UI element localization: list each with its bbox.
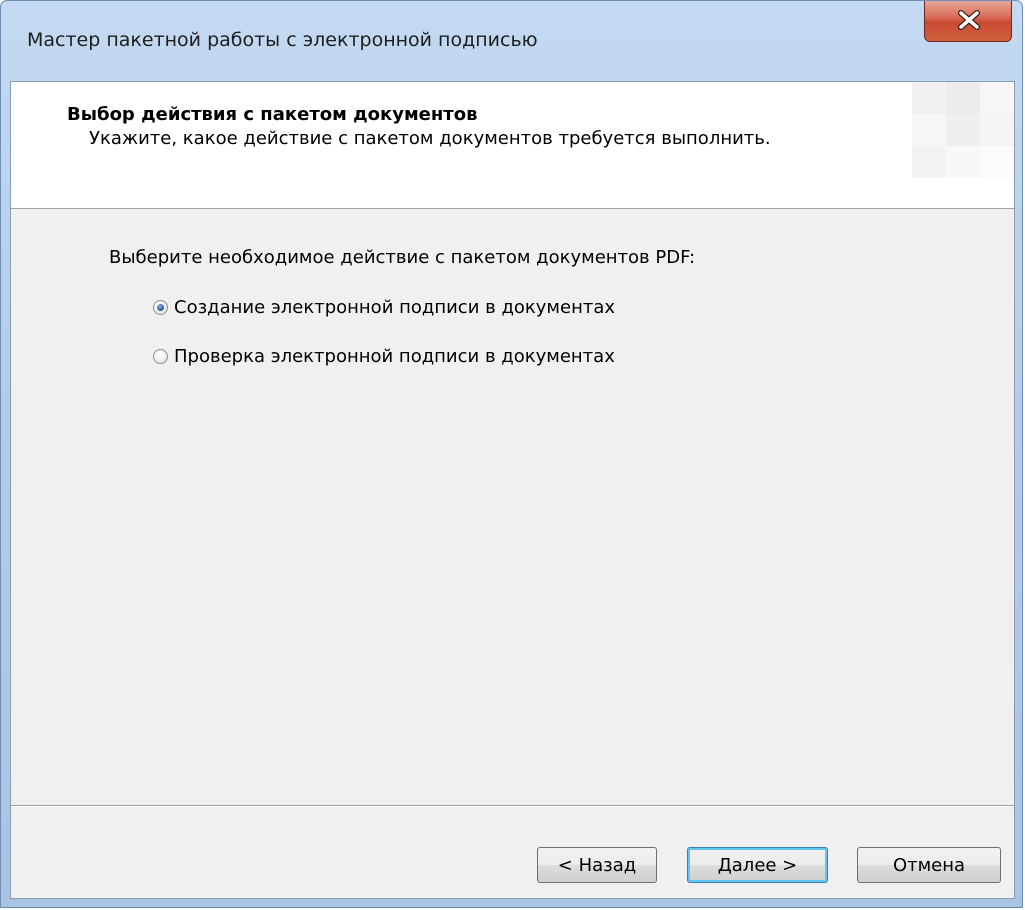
radio-create-signature[interactable]: Создание электронной подписи в документа… (153, 297, 615, 318)
wizard-window: Мастер пакетной работы с электронной под… (0, 0, 1023, 908)
action-prompt: Выберите необходимое действие с пакетом … (109, 247, 696, 268)
back-button[interactable]: < Назад (537, 847, 657, 883)
header-banner-image (912, 82, 1014, 178)
page-title: Выбор действия с пакетом документов (67, 104, 478, 125)
radio-button-unchecked[interactable] (153, 349, 168, 364)
radio-label[interactable]: Создание электронной подписи в документа… (174, 297, 615, 318)
radio-button-checked[interactable] (153, 300, 168, 315)
cancel-button[interactable]: Отмена (857, 847, 1001, 883)
page-subtitle: Укажите, какое действие с пакетом докуме… (89, 128, 771, 149)
radio-label[interactable]: Проверка электронной подписи в документа… (174, 346, 615, 367)
next-button[interactable]: Далее > (687, 847, 828, 883)
radio-verify-signature[interactable]: Проверка электронной подписи в документа… (153, 346, 615, 367)
window-title: Мастер пакетной работы с электронной под… (27, 29, 538, 51)
footer-separator (11, 805, 1014, 807)
close-button[interactable] (924, 1, 1012, 42)
wizard-header: Выбор действия с пакетом документов Укаж… (11, 82, 1014, 209)
dialog-client-area: Выбор действия с пакетом документов Укаж… (10, 81, 1015, 899)
title-bar[interactable]: Мастер пакетной работы с электронной под… (1, 1, 1022, 81)
close-icon (958, 10, 980, 30)
